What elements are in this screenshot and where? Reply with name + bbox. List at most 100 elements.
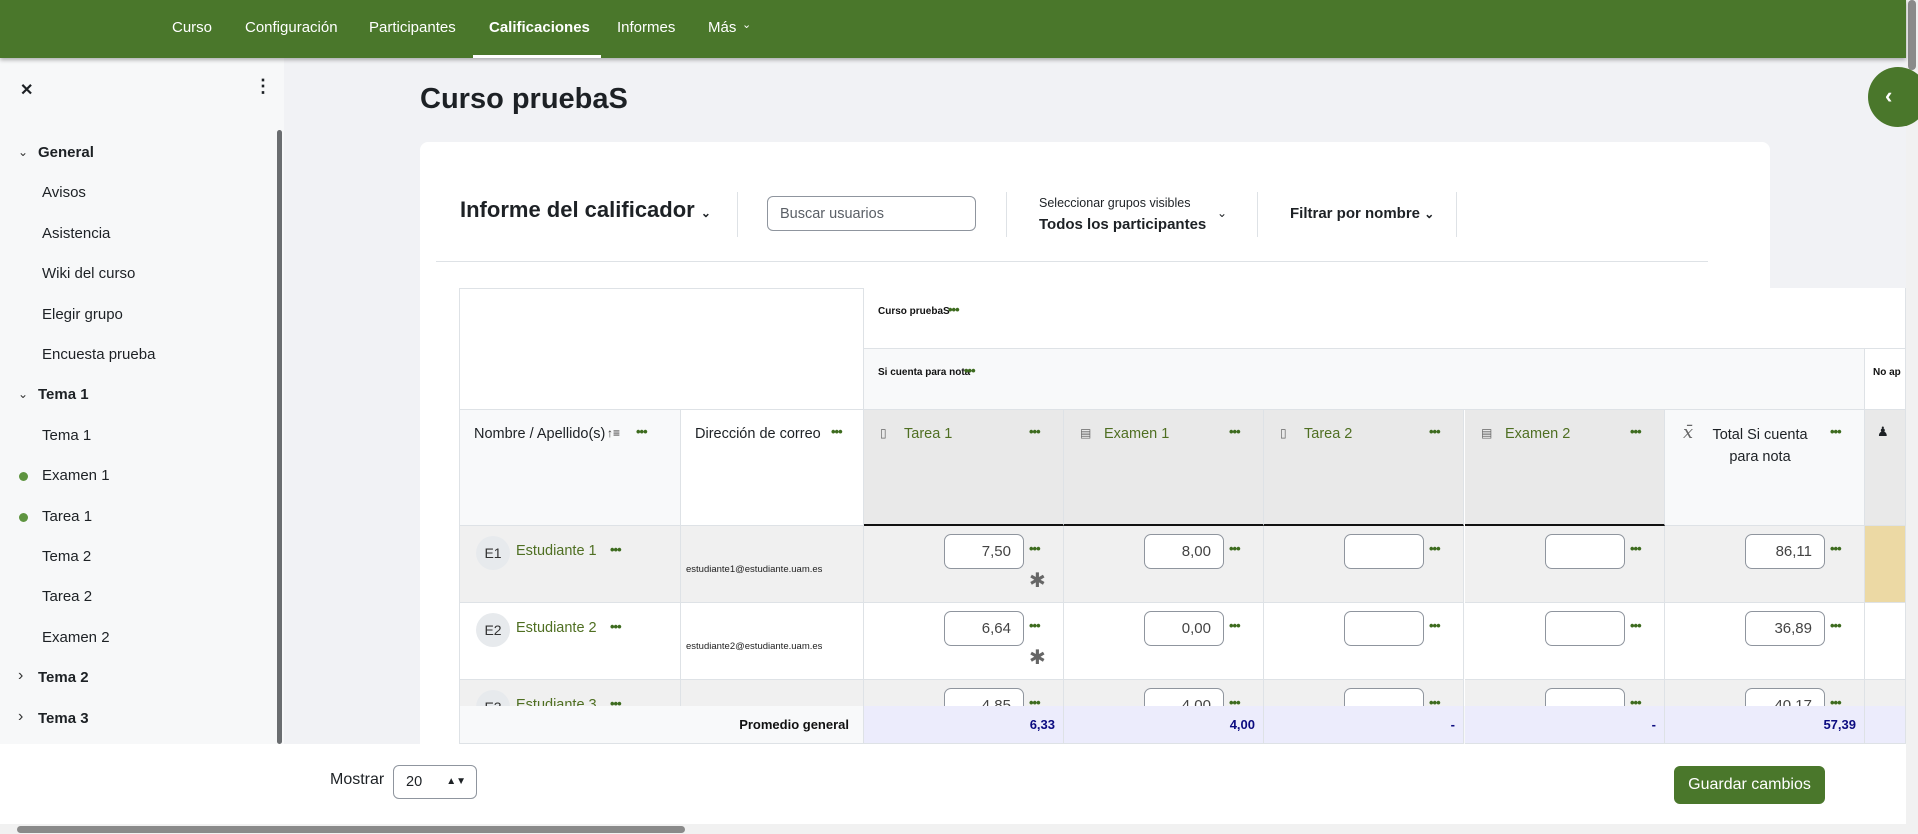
grade-menu-icon[interactable]: ••• [1029, 618, 1041, 633]
chevron-down-icon[interactable]: ⌄ [18, 387, 28, 401]
chevron-down-icon: ⌄ [1424, 207, 1435, 221]
student-menu-icon[interactable]: ••• [610, 542, 622, 557]
grade-menu-icon[interactable]: ••• [1029, 541, 1041, 556]
grade-input[interactable] [1545, 534, 1625, 569]
student-link[interactable]: Estudiante 2 [516, 620, 597, 636]
completion-dot-icon [19, 472, 28, 482]
average-cell: - [1264, 706, 1464, 744]
save-changes-button[interactable]: Guardar cambios [1674, 766, 1825, 804]
grade-menu-icon[interactable]: ••• [1229, 618, 1241, 633]
horizontal-scrollbar-thumb[interactable] [17, 826, 685, 833]
sidebar-item[interactable]: Tema 2 [38, 669, 89, 686]
sidebar-item[interactable]: Tarea 2 [42, 588, 92, 605]
chevron-down-icon[interactable]: ⌄ [18, 145, 28, 159]
report-selector[interactable]: Informe del calificador ⌄ [460, 197, 711, 223]
grade-input[interactable] [1144, 611, 1224, 646]
sidebar-item[interactable]: Asistencia [42, 225, 110, 242]
sidebar-item[interactable]: Tema 2 [42, 548, 91, 565]
per-page-select[interactable]: 20 ▲▼ [393, 765, 477, 799]
average-cell: 6,33 [864, 706, 1064, 744]
student-link[interactable]: Estudiante 1 [516, 543, 597, 559]
student-name-cell: E1 Estudiante 1 ••• [459, 526, 681, 603]
column-header-total: x̄ Total Si cuenta para nota ••• [1665, 410, 1865, 526]
grade-input[interactable] [1344, 611, 1424, 646]
average-label-cell: Promedio general [459, 706, 864, 744]
grade-menu-icon[interactable]: ••• [1630, 541, 1642, 556]
sidebar-item[interactable]: Wiki del curso [42, 265, 135, 282]
divider [1257, 192, 1258, 237]
sidebar-item[interactable]: Encuesta prueba [42, 346, 155, 363]
grade-menu-icon[interactable]: ••• [1429, 618, 1441, 633]
average-value: 4,00 [1229, 717, 1255, 732]
sidebar-item[interactable]: Examen 1 [42, 467, 110, 484]
vertical-scrollbar-thumb[interactable] [1908, 0, 1916, 70]
total-grade-menu-icon[interactable]: ••• [1830, 618, 1842, 633]
assignment-icon: ▯ [1280, 426, 1287, 440]
total-input [1745, 534, 1825, 569]
grade-cell: ••• ✱ [864, 526, 1064, 603]
chevron-right-icon[interactable]: › [18, 667, 23, 685]
name-column-label[interactable]: Nombre / Apellido(s) [474, 426, 605, 442]
grade-item-link[interactable]: Examen 2 [1505, 426, 1570, 442]
total-grade-menu-icon[interactable]: ••• [1830, 541, 1842, 556]
email-column-menu-icon[interactable]: ••• [831, 424, 843, 439]
subcategory-menu-icon[interactable]: ••• [964, 363, 976, 378]
sidebar-item[interactable]: Avisos [42, 184, 86, 201]
grade-input[interactable] [1545, 611, 1625, 646]
active-tab-indicator [473, 55, 601, 58]
grade-menu-icon[interactable]: ••• [1229, 541, 1241, 556]
column-header-name: Nombre / Apellido(s) ↑≡ ••• [459, 410, 681, 526]
category-menu-icon[interactable]: ••• [948, 302, 960, 317]
chevron-down-icon[interactable]: ⌄ [1217, 206, 1227, 220]
grade-item-menu-icon[interactable]: ••• [1229, 424, 1241, 439]
top-navigation: Curso Configuración Participantes Calificac… [0, 0, 1906, 58]
sidebar-item[interactable]: Examen 2 [42, 629, 110, 646]
grade-menu-icon[interactable]: ••• [1429, 541, 1441, 556]
nav-item-configuración[interactable]: Configuración [245, 19, 338, 36]
groups-selector[interactable]: Todos los participantes [1039, 216, 1206, 233]
overridden-icon: ✱ [1029, 647, 1046, 669]
total-column-label[interactable]: Total Si cuenta para nota [1705, 424, 1815, 468]
nav-item-más[interactable]: Más [708, 19, 736, 36]
grade-cell: ••• [1465, 526, 1665, 603]
student-menu-icon[interactable]: ••• [610, 619, 622, 634]
extra-cell [1865, 603, 1906, 680]
sidebar-item[interactable]: Tema 3 [38, 710, 89, 727]
nav-item-participantes[interactable]: Participantes [369, 19, 456, 36]
grade-cell: ••• [1264, 526, 1464, 603]
grade-item-menu-icon[interactable]: ••• [1630, 424, 1642, 439]
grade-item-link[interactable]: Tarea 2 [1304, 426, 1352, 442]
grade-input[interactable] [1344, 534, 1424, 569]
report-title: Informe del calificador [460, 197, 695, 222]
sidebar-item[interactable]: Tarea 1 [42, 508, 92, 525]
open-block-drawer-button[interactable]: ‹ [1868, 67, 1918, 127]
nav-item-calificaciones[interactable]: Calificaciones [489, 19, 590, 36]
chevron-right-icon[interactable]: › [18, 708, 23, 726]
grade-item-link[interactable]: Tarea 1 [904, 426, 952, 442]
student-email-cell: estudiante1@estudiante.uam.es [681, 526, 864, 603]
per-page-value: 20 [406, 774, 423, 790]
grade-input[interactable] [944, 534, 1024, 569]
grade-item-menu-icon[interactable]: ••• [1029, 424, 1041, 439]
sidebar-scrollbar[interactable] [277, 130, 282, 744]
grade-item-menu-icon[interactable]: ••• [1429, 424, 1441, 439]
kebab-icon[interactable]: ⋮ [254, 76, 272, 97]
close-icon[interactable]: ✕ [20, 80, 33, 100]
sidebar-item[interactable]: Tema 1 [38, 386, 89, 403]
email-column-label[interactable]: Dirección de correo [695, 426, 821, 442]
search-users-input[interactable] [767, 196, 976, 231]
sidebar-item[interactable]: General [38, 144, 94, 161]
nav-item-informes[interactable]: Informes [617, 19, 675, 36]
filter-by-name-button[interactable]: Filtrar por nombre ⌄ [1290, 205, 1434, 222]
grade-input[interactable] [944, 611, 1024, 646]
total-menu-icon[interactable]: ••• [1830, 424, 1842, 439]
nav-item-curso[interactable]: Curso [172, 19, 212, 36]
name-column-menu-icon[interactable]: ••• [636, 424, 648, 439]
grade-menu-icon[interactable]: ••• [1630, 618, 1642, 633]
average-label: Promedio general [739, 717, 849, 732]
sidebar-item[interactable]: Tema 1 [42, 427, 91, 444]
sort-icon[interactable]: ↑≡ [607, 426, 620, 440]
grade-input[interactable] [1144, 534, 1224, 569]
grade-item-link[interactable]: Examen 1 [1104, 426, 1169, 442]
sidebar-item[interactable]: Elegir grupo [42, 306, 123, 323]
